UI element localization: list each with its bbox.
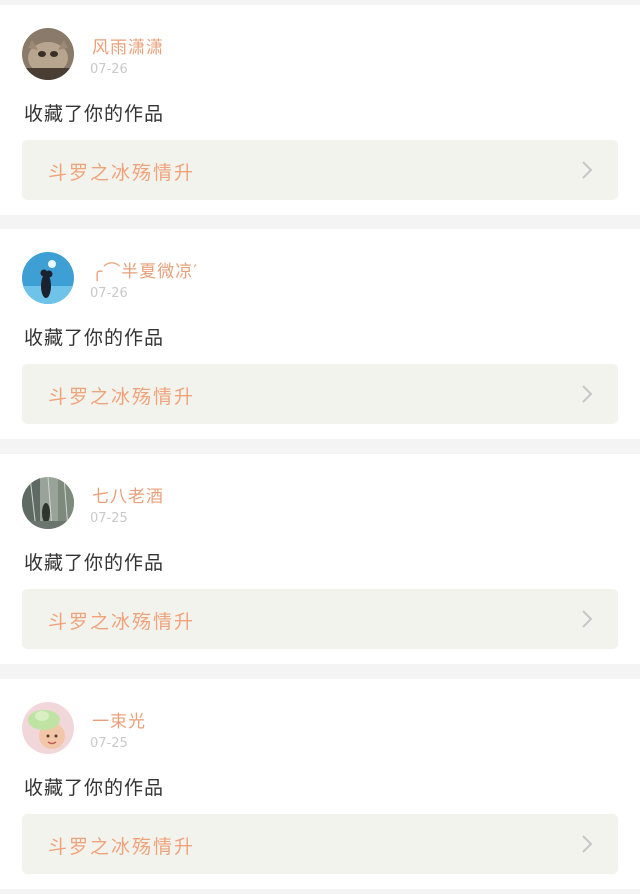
notification-card: 一束光 07-25 收藏了你的作品 斗罗之冰殇情升 [0, 679, 640, 889]
work-link-row[interactable]: 斗罗之冰殇情升 [22, 140, 618, 200]
notification-card: 风雨潇潇 07-26 收藏了你的作品 斗罗之冰殇情升 [0, 5, 640, 215]
action-text: 收藏了你的作品 [24, 327, 165, 349]
user-avatar[interactable] [22, 252, 74, 304]
work-link-row[interactable]: 斗罗之冰殇情升 [22, 589, 618, 649]
rain-street-avatar-icon [22, 477, 74, 529]
chevron-right-icon [582, 385, 592, 403]
work-title: 斗罗之冰殇情升 [48, 836, 196, 858]
chevron-right-icon [582, 610, 592, 628]
action-text: 收藏了你的作品 [24, 103, 165, 125]
user-avatar[interactable] [22, 477, 74, 529]
couple-sea-avatar-icon [22, 252, 74, 304]
cat-photo-avatar-icon [22, 28, 74, 80]
timestamp: 07-26 [90, 286, 128, 301]
action-text: 收藏了你的作品 [24, 552, 165, 574]
chevron-right-icon [582, 835, 592, 853]
action-text: 收藏了你的作品 [24, 777, 165, 799]
username[interactable]: 风雨潇潇 [92, 33, 164, 58]
notification-feed: 风雨潇潇 07-26 收藏了你的作品 斗罗之冰殇情升 ╭⌒半夏微凉′ 07-26… [0, 0, 640, 894]
timestamp: 07-25 [90, 736, 128, 751]
notification-card: 七八老酒 07-25 收藏了你的作品 斗罗之冰殇情升 [0, 454, 640, 664]
work-title: 斗罗之冰殇情升 [48, 386, 196, 408]
username[interactable]: 七八老酒 [92, 482, 164, 507]
work-link-row[interactable]: 斗罗之冰殇情升 [22, 364, 618, 424]
user-avatar[interactable] [22, 702, 74, 754]
timestamp: 07-26 [90, 62, 128, 77]
work-link-row[interactable]: 斗罗之冰殇情升 [22, 814, 618, 874]
work-title: 斗罗之冰殇情升 [48, 162, 196, 184]
user-avatar[interactable] [22, 28, 74, 80]
username[interactable]: 一束光 [92, 707, 146, 732]
work-title: 斗罗之冰殇情升 [48, 611, 196, 633]
chevron-right-icon [582, 161, 592, 179]
child-green-hat-avatar-icon [22, 702, 74, 754]
timestamp: 07-25 [90, 511, 128, 526]
notification-card: ╭⌒半夏微凉′ 07-26 收藏了你的作品 斗罗之冰殇情升 [0, 229, 640, 439]
username[interactable]: ╭⌒半夏微凉′ [92, 257, 198, 282]
